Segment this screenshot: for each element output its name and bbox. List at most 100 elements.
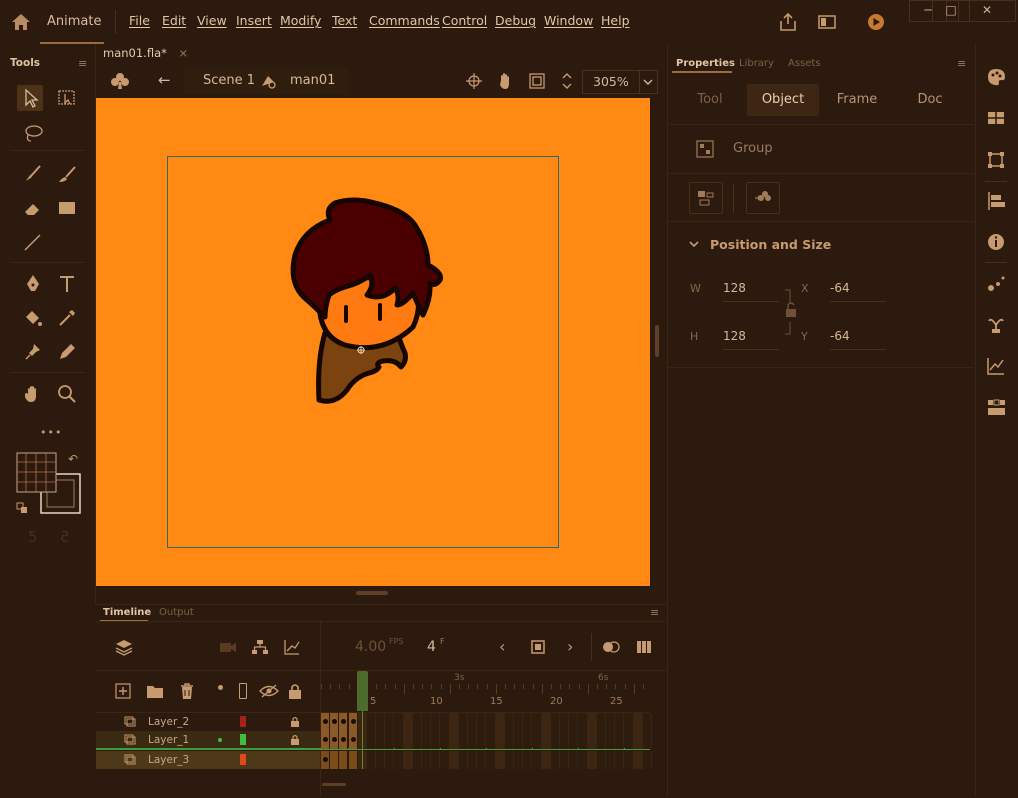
share-icon[interactable]: [777, 12, 799, 32]
swatches-icon[interactable]: [985, 107, 1007, 129]
frame-cell[interactable]: [330, 713, 340, 731]
frame-cell[interactable]: [587, 731, 597, 749]
outline-toggle-icon[interactable]: [239, 683, 247, 699]
pen-tool-icon[interactable]: [20, 271, 46, 297]
frame-cell[interactable]: [468, 731, 478, 749]
frame-cell[interactable]: [413, 713, 422, 731]
frame-cell[interactable]: [495, 751, 505, 769]
motion-editor-icon[interactable]: [985, 355, 1007, 377]
frame-cell[interactable]: [477, 751, 487, 769]
frame-cell[interactable]: [394, 713, 404, 731]
frame-cell[interactable]: [633, 751, 643, 769]
frame-cell[interactable]: [459, 751, 468, 769]
frame-cell[interactable]: [422, 713, 432, 731]
frame-cell[interactable]: [367, 751, 376, 769]
frame-cell[interactable]: [367, 713, 376, 731]
menu-window[interactable]: Window: [544, 13, 593, 28]
text-tool-icon[interactable]: [54, 271, 80, 297]
frame-cell[interactable]: [403, 751, 413, 769]
frame-cell[interactable]: [449, 731, 459, 749]
frame-cell[interactable]: [597, 713, 606, 731]
playhead-handle[interactable]: [357, 671, 368, 711]
frames-grid[interactable]: [321, 713, 652, 769]
horizontal-scrollbar[interactable]: [356, 591, 388, 595]
frame-cell[interactable]: [495, 713, 505, 731]
props-doc-button[interactable]: Doc: [898, 84, 962, 116]
frame-cell[interactable]: [633, 713, 643, 731]
frame-cell[interactable]: [431, 731, 441, 749]
symbol-breadcrumb[interactable]: man01: [290, 73, 335, 88]
frame-cell[interactable]: [339, 731, 349, 749]
next-frame-icon[interactable]: ›: [567, 637, 573, 656]
frame-cell[interactable]: [468, 713, 478, 731]
rotate-stage-icon[interactable]: [496, 71, 516, 91]
frame-cell[interactable]: [532, 731, 542, 749]
lock-icon[interactable]: [290, 734, 300, 745]
vertical-scrollbar[interactable]: [655, 325, 659, 357]
timeline-menu-icon[interactable]: ≡: [650, 606, 659, 619]
frame-cell[interactable]: [587, 751, 597, 769]
motion-presets-icon[interactable]: [985, 272, 1007, 294]
frame-cell[interactable]: [624, 751, 634, 769]
onion-skin-icon[interactable]: [601, 640, 621, 654]
eraser-tool-icon[interactable]: [20, 195, 46, 221]
menu-help[interactable]: Help: [601, 13, 630, 28]
frame-cell[interactable]: [440, 751, 450, 769]
swap-colors-icon[interactable]: ↶: [68, 452, 78, 466]
layer-name[interactable]: Layer_2: [148, 716, 189, 728]
asset-warp-icon[interactable]: [985, 313, 1007, 335]
frame-cell[interactable]: [431, 751, 441, 769]
frame-cell[interactable]: [394, 751, 404, 769]
height-field[interactable]: 128: [723, 329, 779, 350]
current-frame[interactable]: 4: [427, 639, 436, 655]
frame-cell[interactable]: [569, 731, 579, 749]
frame-cell[interactable]: [321, 731, 330, 749]
frame-cell[interactable]: [403, 731, 413, 749]
line-tool-icon[interactable]: [20, 229, 46, 255]
frame-cell[interactable]: [486, 713, 496, 731]
frame-cell[interactable]: [431, 713, 441, 731]
y-field[interactable]: -64: [830, 329, 886, 350]
frame-cell[interactable]: [633, 731, 643, 749]
selection-tool-icon[interactable]: [17, 85, 43, 111]
frame-cell[interactable]: [523, 731, 533, 749]
brush-tool-icon[interactable]: [20, 161, 46, 187]
redo-icon[interactable]: 5: [60, 528, 70, 546]
menu-modify[interactable]: Modify: [280, 13, 321, 28]
rectangle-tool-icon[interactable]: [54, 195, 80, 221]
frame-cell[interactable]: [477, 731, 487, 749]
tab-assets[interactable]: Assets: [788, 58, 821, 69]
frame-cell[interactable]: [587, 713, 597, 731]
tab-timeline[interactable]: Timeline: [103, 607, 151, 618]
frame-cell[interactable]: [348, 713, 358, 731]
paint-brush-tool-icon[interactable]: [54, 161, 80, 187]
menu-edit[interactable]: Edit: [162, 13, 186, 28]
frame-cell[interactable]: [330, 751, 340, 769]
frame-cell[interactable]: [597, 751, 606, 769]
subselection-tool-icon[interactable]: [54, 85, 80, 111]
frame-cell[interactable]: [597, 731, 606, 749]
tab-close-icon[interactable]: ×: [179, 46, 189, 60]
layer-name[interactable]: Layer_1: [148, 734, 189, 746]
frame-cell[interactable]: [606, 751, 616, 769]
frame-cell[interactable]: [523, 713, 533, 731]
character-drawing[interactable]: [285, 195, 450, 410]
frame-cell[interactable]: [551, 713, 560, 731]
frame-cell[interactable]: [560, 713, 570, 731]
layer-color-swatch[interactable]: [240, 734, 246, 745]
frame-cell[interactable]: [615, 713, 625, 731]
center-stage-icon[interactable]: [464, 71, 484, 91]
tab-properties[interactable]: Properties: [676, 58, 735, 69]
frame-cell[interactable]: [339, 713, 349, 731]
stop-icon[interactable]: [531, 640, 545, 654]
menu-insert[interactable]: Insert: [236, 13, 272, 28]
frame-cell[interactable]: [459, 713, 468, 731]
eyedropper-tool-icon[interactable]: [54, 305, 80, 331]
tab-library[interactable]: Library: [739, 58, 774, 69]
frame-cell[interactable]: [514, 713, 524, 731]
frame-cell[interactable]: [551, 751, 560, 769]
layer-row-layer3[interactable]: Layer_3: [96, 751, 320, 769]
frame-cell[interactable]: [578, 731, 588, 749]
frame-cell[interactable]: [330, 731, 340, 749]
timeline-scrollbar[interactable]: [322, 783, 346, 786]
